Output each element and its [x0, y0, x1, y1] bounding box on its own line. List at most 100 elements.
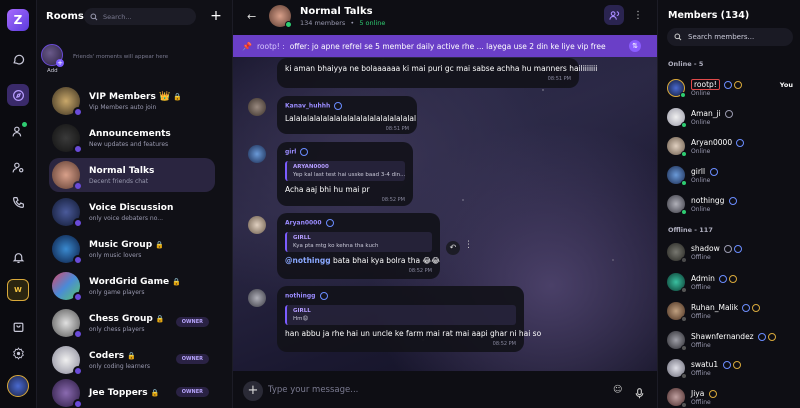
member-item[interactable]: Aman_ji Online: [667, 105, 797, 129]
compass-icon[interactable]: [7, 84, 29, 106]
quoted-reply[interactable]: GIRLL Hm😩: [285, 305, 516, 325]
member-item[interactable]: girll Online: [667, 163, 797, 187]
member-avatar: [667, 79, 686, 98]
room-search-input[interactable]: Search...: [84, 8, 196, 25]
online-count: 5 online: [359, 19, 386, 27]
users-icon: [608, 10, 619, 20]
member-item[interactable]: Aryan0000 Online: [667, 134, 797, 158]
message-bubble[interactable]: Kanav_huhhh Lalalalalalalalalalalalalala…: [277, 96, 417, 134]
wordgrid-game-icon[interactable]: W: [7, 279, 29, 301]
member-avatar: [667, 302, 687, 322]
member-item[interactable]: Shawnfernandez Offline: [667, 328, 797, 352]
room-item-jee-toppers[interactable]: Jee Toppers 🔒 OWNER: [49, 376, 215, 408]
microphone-icon[interactable]: [635, 384, 644, 403]
verified-badge-icon: [734, 244, 743, 253]
pinned-message-bar[interactable]: 📌 rootp! : offer: jo apne refrel se 5 me…: [233, 35, 657, 57]
room-item-announcements[interactable]: Announcements New updates and features: [49, 121, 253, 155]
message-bubble[interactable]: nothingg GIRLL Hm😩 han abbu ja rhe hai u…: [277, 286, 541, 352]
chat-bubble-icon[interactable]: [7, 48, 29, 70]
member-item[interactable]: Admin Offline: [667, 270, 797, 294]
room-item-music-group[interactable]: Music Group 🔒 only music lovers: [49, 232, 253, 266]
store-icon[interactable]: [7, 315, 29, 337]
verified-badge-icon: [722, 360, 731, 369]
verified-badge-icon: [758, 332, 767, 341]
settings-icon[interactable]: [7, 342, 29, 364]
member-name: Ruhan_Malik: [691, 302, 739, 312]
room-desc: Vip Members auto join: [89, 103, 157, 111]
member-status: Online: [691, 118, 711, 126]
room-item-voice-discussion[interactable]: Voice Discussion only voice debaters no..…: [49, 195, 253, 229]
member-item[interactable]: rootp! Online You: [667, 76, 797, 100]
member-item[interactable]: shadow Offline: [667, 240, 797, 264]
member-avatar: [667, 331, 687, 351]
lock-icon: 🔒: [173, 92, 182, 101]
message-options-icon[interactable]: ⋮: [464, 240, 473, 250]
member-search-input[interactable]: Search members...: [667, 28, 793, 46]
bell-icon[interactable]: [7, 246, 29, 268]
more-options-icon[interactable]: ⋮: [633, 10, 643, 21]
friends-moments-text: Friends' moments will appear here: [73, 54, 169, 60]
member-name: Aryan0000: [691, 137, 733, 147]
room-name: Jee Toppers: [89, 388, 148, 398]
member-item[interactable]: swatu1 Offline: [667, 356, 797, 380]
vip-badge-icon: [732, 360, 741, 369]
member-status: Online: [691, 176, 711, 184]
quoted-reply[interactable]: GIRLL Kya pta mtg ko kehna tha kuch: [285, 232, 432, 252]
message-bubble[interactable]: Aryan0000 GIRLL Kya pta mtg ko kehna tha…: [277, 213, 440, 279]
user-avatar[interactable]: [248, 216, 266, 234]
member-item[interactable]: Ruhan_Malik Offline: [667, 299, 797, 323]
subtitle-separator: •: [350, 19, 355, 27]
message-text: bata bhai kya bolra tha 😂😂: [330, 256, 441, 265]
member-item[interactable]: nothingg Online: [667, 192, 797, 216]
user-avatar[interactable]: [248, 289, 266, 307]
room-item-coders[interactable]: Coders 🔒 only coding learners OWNER: [49, 343, 215, 377]
chat-panel: ← Normal Talks 134 members • 5 online ⋮ …: [233, 0, 657, 408]
room-item-vip-members[interactable]: VIP Members 👑 🔒 Vip Members auto join: [49, 84, 253, 118]
chat-room-avatar[interactable]: [269, 5, 292, 28]
emoji-icon[interactable]: ☺: [613, 385, 622, 395]
room-item-normal-talks[interactable]: Normal Talks Decent friends chat: [49, 158, 215, 192]
attach-plus-button[interactable]: +: [243, 381, 263, 401]
pinned-action-icon[interactable]: ⇅: [629, 40, 641, 52]
user-avatar[interactable]: [248, 145, 266, 163]
room-item-wordgrid-game[interactable]: WordGrid Game 🔒 only game players: [49, 269, 253, 303]
room-avatar: [52, 309, 83, 339]
verified-badge-icon: [325, 219, 334, 227]
search-icon: [674, 33, 682, 41]
back-arrow-icon[interactable]: ←: [247, 10, 256, 23]
member-name: Aman_ji: [691, 108, 721, 118]
add-moment-avatar[interactable]: +: [41, 44, 64, 67]
member-status: Offline: [691, 253, 711, 261]
member-status: Online: [691, 89, 711, 97]
member-avatar: [667, 137, 687, 157]
verified-badge-icon: [736, 138, 745, 147]
quoted-reply[interactable]: ARYAN0000 Yep kal last test hai usske ba…: [285, 161, 405, 181]
message-bubble[interactable]: ki aman bhaiyya ne bolaaaaaa ki mai puri…: [277, 58, 597, 88]
message-input[interactable]: Type your message...: [268, 382, 628, 398]
message-bubble[interactable]: girl ARYAN0000 Yep kal last test hai uss…: [277, 142, 413, 206]
friends-icon[interactable]: [7, 120, 29, 142]
phone-icon[interactable]: [7, 191, 29, 213]
pinned-text: offer: jo apne refrel se 5 member daily …: [289, 41, 606, 51]
lock-icon: 🔒: [155, 240, 164, 249]
verified-badge-icon: [334, 102, 343, 110]
quoted-author: GIRLL: [293, 235, 311, 241]
profile-avatar[interactable]: [7, 375, 29, 397]
add-room-button[interactable]: +: [209, 8, 223, 24]
badge-icon: [725, 109, 734, 118]
member-status: Offline: [691, 369, 711, 377]
member-item[interactable]: Jiya Offline: [667, 385, 797, 408]
room-item-chess-group[interactable]: Chess Group 🔒 only chess players OWNER: [49, 306, 215, 340]
vip-badge-icon: [708, 389, 717, 398]
reply-icon[interactable]: ↶: [446, 241, 460, 255]
rooms-title: Rooms: [46, 11, 84, 22]
member-avatar: [667, 166, 687, 186]
room-desc: only voice debaters no...: [89, 214, 164, 222]
member-name: Jiya: [691, 388, 705, 398]
user-search-icon[interactable]: [7, 156, 29, 178]
app-logo-icon[interactable]: Z: [7, 9, 29, 31]
room-name: Voice Discussion: [89, 202, 174, 213]
user-avatar[interactable]: [248, 98, 266, 116]
members-toggle-button[interactable]: [604, 5, 624, 25]
user-mention[interactable]: @nothingg: [285, 256, 331, 265]
